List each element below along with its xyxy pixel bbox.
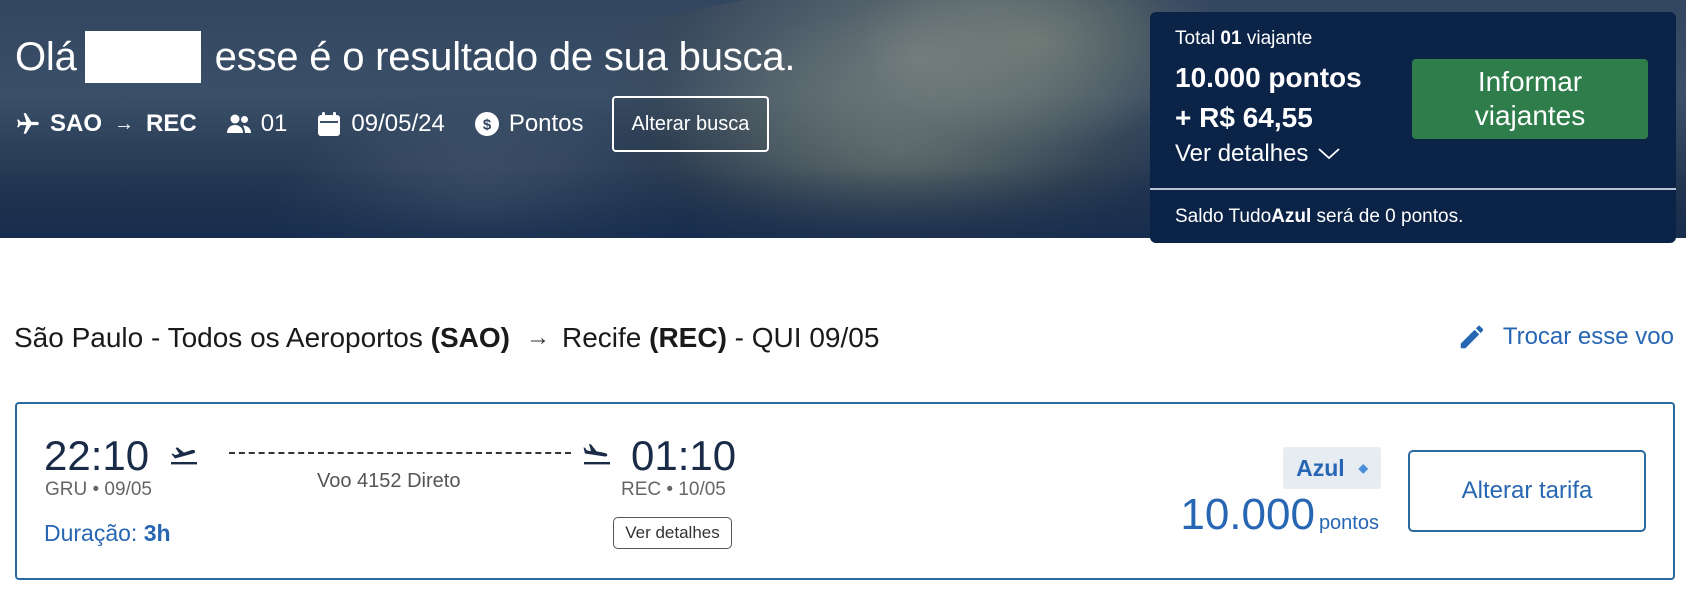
route-arrow: → xyxy=(525,324,550,351)
balance-suffix: será de 0 pontos. xyxy=(1316,206,1464,227)
fare-name: Azul xyxy=(1296,454,1345,481)
greeting-title: Olá esse é o resultado de sua busca. xyxy=(15,31,796,83)
diamond-icon: ◆ xyxy=(1358,461,1368,475)
arrival-time: 01:10 xyxy=(631,432,737,479)
route-title: São Paulo - Todos os Aeroportos (SAO) → … xyxy=(14,322,879,354)
search-date: 09/05/24 xyxy=(351,110,445,137)
total-prefix: Total xyxy=(1175,28,1216,49)
flight-details-button[interactable]: Ver detalhes xyxy=(613,517,732,549)
flight-duration: Duração: 3h xyxy=(44,520,171,547)
route-destination: Recife xyxy=(561,322,642,353)
people-icon xyxy=(225,110,253,138)
total-count: 01 xyxy=(1220,28,1242,49)
fare-points-unit: pontos xyxy=(1318,512,1379,534)
greeting-text: esse é o resultado de sua busca. xyxy=(214,34,796,79)
search-origin: SAO xyxy=(50,110,103,137)
change-fare-button[interactable]: Alterar tarifa xyxy=(1408,450,1646,532)
search-summary: SAO → REC 01 09/05/24 $ Pontos Alterar b… xyxy=(14,96,770,152)
points-balance: Saldo TudoAzul será de 0 pontos. xyxy=(1175,206,1463,228)
route-summary: SAO → REC xyxy=(14,110,197,138)
airplane-icon xyxy=(14,110,42,138)
change-search-button[interactable]: Alterar busca xyxy=(611,96,770,152)
search-fare-type: Pontos xyxy=(508,110,584,137)
total-points: 10.000 pontos xyxy=(1175,62,1362,93)
dollar-coin-icon: $ xyxy=(473,110,501,138)
swap-flight-label: Trocar esse voo xyxy=(1502,323,1674,350)
chevron-down-icon xyxy=(1318,148,1341,160)
greeting-hello: Olá xyxy=(15,34,77,79)
date-summary: 09/05/24 xyxy=(315,110,445,138)
arrival-airport-date: REC • 10/05 xyxy=(621,479,726,500)
pencil-icon xyxy=(1460,325,1484,349)
total-travelers: Total 01 viajante xyxy=(1175,28,1312,50)
balance-prefix: Saldo Tudo xyxy=(1175,206,1272,227)
total-suffix: viajante xyxy=(1246,28,1313,49)
balance-brand: Azul xyxy=(1271,206,1312,227)
summary-details-label: Ver detalhes xyxy=(1175,140,1309,167)
inform-travelers-button[interactable]: Informar viajantes xyxy=(1412,59,1648,139)
search-destination: REC xyxy=(146,110,197,137)
passenger-summary: 01 xyxy=(225,110,288,138)
user-name-redacted xyxy=(84,31,201,83)
route-origin-code: (SAO) xyxy=(430,322,510,353)
summary-divider xyxy=(1150,188,1676,190)
summary-details-link[interactable]: Ver detalhes xyxy=(1175,140,1341,168)
landing-icon xyxy=(582,440,612,471)
fare-badge: Azul ◆ xyxy=(1283,447,1381,489)
total-money: + R$ 64,55 xyxy=(1175,102,1313,133)
takeoff-icon xyxy=(169,440,199,471)
departure-airport-date: GRU • 09/05 xyxy=(45,479,152,500)
route-arrow: → xyxy=(114,112,135,135)
duration-label: Duração: xyxy=(44,520,138,546)
flight-number-type: Voo 4152 Direto xyxy=(317,470,461,492)
route-destination-code: (REC) xyxy=(649,322,727,353)
swap-flight-link[interactable]: Trocar esse voo xyxy=(1457,322,1674,352)
svg-text:$: $ xyxy=(483,117,492,134)
fare-price: 10.000 pontos xyxy=(1180,490,1379,540)
departure-time: 22:10 xyxy=(44,432,150,479)
search-passengers: 01 xyxy=(260,110,288,137)
duration-value: 3h xyxy=(143,520,171,546)
flight-card[interactable]: 22:10 GRU • 09/05 Voo 4152 Direto 01:10 … xyxy=(15,402,1675,580)
flight-path-line xyxy=(229,452,571,454)
booking-summary-panel: Total 01 viajante 10.000 pontos + R$ 64,… xyxy=(1150,12,1676,243)
total-price: 10.000 pontos + R$ 64,55 xyxy=(1175,58,1362,138)
fare-points-value: 10.000 xyxy=(1180,490,1315,539)
route-origin: São Paulo - Todos os Aeroportos xyxy=(14,322,423,353)
route-date: - QUI 09/05 xyxy=(734,322,880,353)
fare-type-summary: $ Pontos xyxy=(473,110,584,138)
calendar-icon xyxy=(315,110,343,138)
